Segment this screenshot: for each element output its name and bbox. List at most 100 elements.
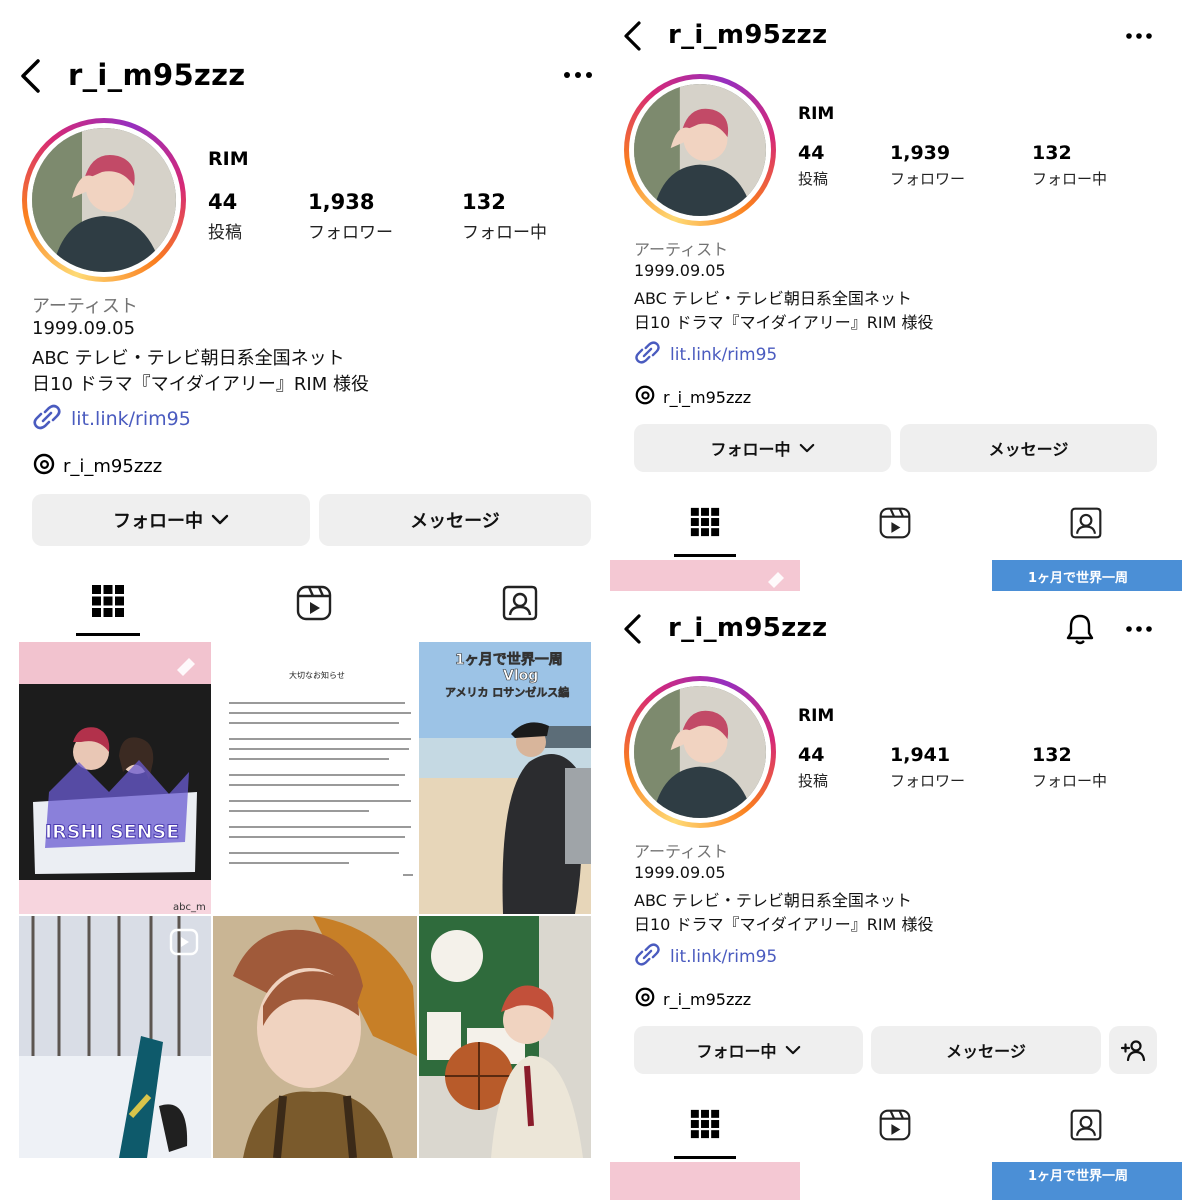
posts-count[interactable]: 44 [798,744,824,766]
following-button-label: フォロー中 [696,1042,777,1061]
tab-tagged[interactable] [1055,506,1117,540]
threads-icon [634,986,656,1012]
followers-count[interactable]: 1,939 [890,142,950,164]
threads-icon [634,384,656,410]
message-button[interactable]: メッセージ [871,1026,1101,1074]
posts-count[interactable]: 44 [798,142,824,164]
link-icon [32,402,62,436]
bio-line-birthdate: 1999.09.05 [634,863,726,882]
following-button[interactable]: フォロー中 [32,494,310,546]
posts-label: 投稿 [798,772,829,790]
message-button[interactable]: メッセージ [900,424,1157,472]
profile-username: r_i_m95zzz [668,20,828,50]
bio-line-drama: 日10 ドラマ『マイダイアリー』RIM 様役 [634,915,934,934]
strip-caption: 1ヶ月で世界一周 [1028,1168,1128,1184]
back-chevron-icon[interactable] [622,613,644,645]
back-chevron-icon[interactable] [18,58,44,94]
grid-post-4[interactable] [19,916,211,1158]
tab-reels[interactable] [864,506,926,540]
tab-tagged[interactable] [1055,1108,1117,1142]
posts-count[interactable]: 44 [208,190,237,214]
bio-line-network: ABC テレビ・テレビ朝日系全国ネット [32,348,345,369]
profile-username: r_i_m95zzz [68,58,246,92]
message-button[interactable]: メッセージ [319,494,591,546]
grid-icon [92,585,124,617]
threads-badge[interactable]: r_i_m95zzz [634,384,751,410]
back-chevron-icon[interactable] [622,20,644,52]
bio-line-birthdate: 1999.09.05 [32,318,136,339]
following-count[interactable]: 132 [1032,142,1072,164]
following-label: フォロー中 [1032,772,1108,790]
announcement-title: 大切なお知らせ [289,670,345,680]
suggest-people-button[interactable] [1109,1026,1157,1074]
bio-link[interactable]: lit.link/rim95 [634,339,777,370]
bell-icon[interactable] [1065,613,1095,645]
posts-label: 投稿 [208,223,242,243]
following-button[interactable]: フォロー中 [634,424,891,472]
tab-reels[interactable] [282,584,346,622]
following-button[interactable]: フォロー中 [634,1026,863,1074]
grid-preview-strip[interactable]: 1ヶ月で世界一周 [610,1162,1200,1200]
threads-username[interactable]: r_i_m95zzz [63,456,162,477]
bio-line-drama: 日10 ドラマ『マイダイアリー』RIM 様役 [634,313,934,332]
grid-post-3[interactable]: 1ヶ月で世界一周 Vlog アメリカ ロサンゼルス編 [419,642,591,914]
grid-preview-strip[interactable]: 1ヶ月で世界一周 [610,560,1200,591]
tab-tagged[interactable] [488,584,552,622]
towel-text: IRSHI SENSE [45,821,179,843]
threads-username[interactable]: r_i_m95zzz [663,990,751,1009]
threads-badge[interactable]: r_i_m95zzz [634,986,751,1012]
bio-line-drama: 日10 ドラマ『マイダイアリー』RIM 様役 [32,374,369,395]
tab-grid[interactable] [674,507,736,537]
tab-grid[interactable] [76,584,140,618]
followers-count[interactable]: 1,941 [890,744,950,766]
tagged-icon [1070,1109,1102,1141]
bio-link-text[interactable]: lit.link/rim95 [670,345,777,365]
grid-post-6[interactable] [419,916,591,1158]
grid-icon [690,1109,720,1139]
grid-post-2[interactable]: 大切なお知らせ [213,642,417,914]
following-count[interactable]: 132 [1032,744,1072,766]
threads-badge[interactable]: r_i_m95zzz [32,452,162,480]
followers-label: フォロワー [890,772,966,790]
display-name: RIM [208,148,249,170]
followers-count[interactable]: 1,938 [308,190,374,214]
message-button-label: メッセージ [946,1042,1026,1061]
vlog-caption-2: Vlog [503,668,538,684]
bio-line-network: ABC テレビ・テレビ朝日系全国ネット [634,289,912,308]
more-options-icon[interactable] [563,70,593,80]
reels-icon [879,507,911,539]
chevron-down-icon [785,1045,800,1054]
following-count[interactable]: 132 [462,190,506,214]
bio-link-text[interactable]: lit.link/rim95 [71,408,191,430]
message-button-label: メッセージ [410,511,500,532]
chevron-down-icon [211,514,229,525]
vlog-caption-1: 1ヶ月で世界一周 [455,651,563,668]
display-name: RIM [798,706,835,726]
bio-category: アーティスト [32,296,138,317]
bio-category: アーティスト [634,240,729,259]
profile-panel-top-right: r_i_m95zzz RIM 44 投稿 1,939 フォロワー 132 フォロ… [610,0,1200,591]
reels-icon [879,1109,911,1141]
tab-reels[interactable] [864,1108,926,1142]
followers-label: フォロワー [890,170,966,188]
bio-line-network: ABC テレビ・テレビ朝日系全国ネット [634,891,912,910]
grid-post-5[interactable] [213,916,417,1158]
profile-username: r_i_m95zzz [668,613,828,643]
chevron-down-icon [799,443,814,452]
more-options-icon[interactable] [1125,31,1153,41]
following-label: フォロー中 [1032,170,1108,188]
bio-category: アーティスト [634,842,729,861]
followers-label: フォロワー [308,223,393,243]
reels-icon [296,585,332,621]
add-person-icon [1120,1040,1146,1061]
bio-line-birthdate: 1999.09.05 [634,261,726,280]
profile-panel-left: r_i_m95zzz RIM 44 投稿 1,938 フォロワー 132 フォロ… [0,0,600,1200]
threads-username[interactable]: r_i_m95zzz [663,388,751,407]
grid-post-1[interactable]: IRSHI SENSE abc_m [19,642,211,914]
more-options-icon[interactable] [1125,624,1153,634]
bio-link-text[interactable]: lit.link/rim95 [670,947,777,967]
tab-grid[interactable] [674,1109,736,1139]
bio-link[interactable]: lit.link/rim95 [32,402,191,436]
bio-link[interactable]: lit.link/rim95 [634,941,777,972]
active-tab-indicator [674,554,736,557]
